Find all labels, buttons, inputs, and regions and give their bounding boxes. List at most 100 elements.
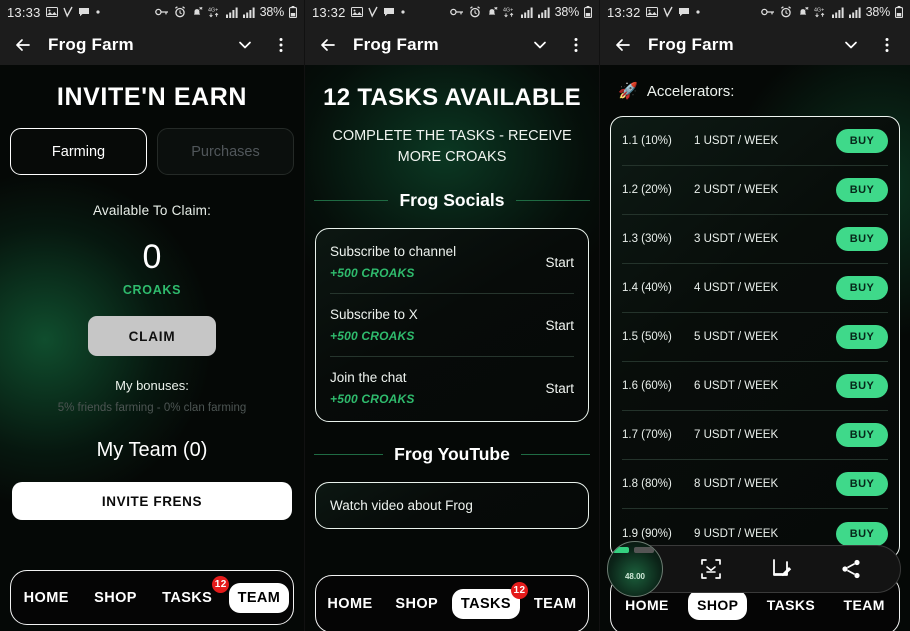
markup-edit-icon[interactable]	[768, 556, 794, 582]
segment-tabs: Farming Purchases	[0, 128, 304, 175]
rocket-icon: 🚀	[618, 83, 638, 100]
screen-shop: 13:32 4G+ 38% Frog Farm 🚀 Accelerators: …	[600, 0, 910, 631]
alarm-icon	[469, 6, 481, 18]
chat-icon	[678, 6, 690, 18]
nav-tasks[interactable]: TASKS	[758, 590, 824, 620]
status-bar-left: 13:32	[312, 5, 406, 20]
buy-button[interactable]: BUY	[836, 276, 888, 300]
screen-body-shop: 🚀 Accelerators: 1.1 (10%) 1 USDT / WEEK …	[600, 65, 910, 631]
task-row[interactable]: Watch video about Frog	[330, 485, 574, 526]
table-row: 1.8 (80%) 8 USDT / WEEK BUY	[622, 460, 888, 509]
table-row: 1.5 (50%) 5 USDT / WEEK BUY	[622, 313, 888, 362]
bottom-navigation: HOME SHOP TASKS 12 TEAM	[10, 570, 294, 625]
bell-muted-icon	[486, 6, 498, 18]
chevron-down-icon[interactable]	[840, 34, 862, 56]
divider-line	[314, 200, 389, 202]
vpn-key-icon	[154, 7, 169, 17]
tab-farming[interactable]: Farming	[10, 128, 147, 175]
alarm-icon	[174, 6, 186, 18]
chevron-down-icon[interactable]	[529, 34, 551, 56]
share-icon[interactable]	[838, 556, 864, 582]
section-title: Frog Socials	[399, 190, 505, 211]
battery-percent: 38%	[554, 5, 580, 19]
data-4g-icon: 4G+	[208, 6, 221, 18]
crop-expand-icon[interactable]	[698, 556, 724, 582]
more-vertical-icon[interactable]	[270, 34, 292, 56]
nav-home[interactable]: HOME	[15, 583, 78, 613]
arrow-back-icon[interactable]	[612, 34, 634, 56]
available-amount: 0	[142, 238, 162, 276]
page-subtitle: COMPLETE THE TASKS - RECEIVE MORE CROAKS	[332, 128, 572, 166]
table-row: 1.3 (30%) 3 USDT / WEEK BUY	[622, 215, 888, 264]
claim-button[interactable]: CLAIM	[88, 316, 216, 356]
nav-team[interactable]: TEAM	[525, 589, 586, 619]
bonuses-detail: 5% friends farming - 0% clan farming	[57, 402, 247, 414]
task-start-button[interactable]: Start	[545, 318, 574, 333]
task-name: Watch video about Frog	[330, 498, 473, 514]
table-row: 1.6 (60%) 6 USDT / WEEK BUY	[622, 362, 888, 411]
buy-button[interactable]: BUY	[836, 374, 888, 398]
accelerator-price: 5 USDT / WEEK	[694, 331, 779, 343]
nav-team[interactable]: TEAM	[835, 590, 894, 620]
nav-tasks[interactable]: TASKS 12	[153, 575, 230, 613]
bonuses-label: My bonuses:	[115, 378, 189, 393]
buy-button[interactable]: BUY	[836, 227, 888, 251]
tab-purchases[interactable]: Purchases	[157, 128, 294, 175]
signal-bars-2-icon	[242, 7, 255, 18]
app-bar: Frog Farm	[600, 24, 910, 65]
invite-frens-button[interactable]: INVITE FRENS	[12, 482, 292, 520]
status-bar-right: 4G+ 38%	[154, 5, 297, 19]
nav-shop[interactable]: SHOP	[386, 589, 447, 619]
section-header-frog-youtube: Frog YouTube	[314, 444, 590, 465]
task-row[interactable]: Subscribe to X +500 CROAKS Start	[330, 294, 574, 358]
signal-bars-2-icon	[537, 7, 550, 18]
nav-home[interactable]: HOME	[318, 589, 381, 619]
thumb-pill-green	[613, 547, 629, 553]
buy-button[interactable]: BUY	[836, 178, 888, 202]
accelerator-price: 3 USDT / WEEK	[694, 233, 779, 245]
task-card-frog-youtube: Watch video about Frog	[315, 482, 589, 530]
more-vertical-icon[interactable]	[565, 34, 587, 56]
nav-tasks[interactable]: TASKS 12	[451, 582, 528, 619]
buy-button[interactable]: BUY	[836, 472, 888, 496]
nav-shop[interactable]: SHOP	[688, 590, 748, 620]
task-start-button[interactable]: Start	[545, 381, 574, 396]
more-vertical-icon[interactable]	[876, 34, 898, 56]
arrow-back-icon[interactable]	[12, 34, 34, 56]
image-icon	[645, 6, 658, 18]
task-name: Subscribe to X	[330, 307, 418, 323]
page-title: 12 TASKS AVAILABLE	[323, 84, 581, 111]
accelerators-card: 1.1 (10%) 1 USDT / WEEK BUY 1.2 (20%) 2 …	[610, 116, 900, 559]
buy-button[interactable]: BUY	[836, 521, 888, 546]
chevron-down-icon[interactable]	[234, 34, 256, 56]
accelerator-level: 1.3 (30%)	[622, 233, 672, 245]
arrow-back-icon[interactable]	[317, 34, 339, 56]
bottom-navigation: HOME SHOP TASKS 12 TEAM	[315, 575, 589, 631]
task-row[interactable]: Subscribe to channel +500 CROAKS Start	[330, 231, 574, 295]
screen-team: 13:33 4G+ 38% Frog Farm INVITE'N EARN Fa…	[0, 0, 305, 631]
chat-icon	[383, 6, 395, 18]
buy-button[interactable]: BUY	[836, 325, 888, 349]
nav-team[interactable]: TEAM	[228, 582, 290, 613]
task-start-button[interactable]: Start	[545, 255, 574, 270]
task-row[interactable]: Join the chat +500 CROAKS Start	[330, 357, 574, 419]
accelerator-level: 1.7 (70%)	[622, 429, 672, 441]
divider-line	[515, 200, 590, 202]
accelerator-level: 1.6 (60%)	[622, 380, 672, 392]
signal-bars-2-icon	[848, 7, 861, 18]
nav-shop[interactable]: SHOP	[85, 583, 146, 613]
status-bar-right: 4G+ 38%	[449, 5, 592, 19]
screenshot-toolbar-actions	[624, 556, 886, 582]
buy-button[interactable]: BUY	[836, 423, 888, 447]
task-name: Join the chat	[330, 370, 407, 386]
screenshot-thumbnail[interactable]: 48.00	[607, 541, 663, 597]
accelerator-price: 4 USDT / WEEK	[694, 282, 779, 294]
signal-bars-icon	[831, 7, 844, 18]
accelerator-level: 1.9 (90%)	[622, 527, 672, 540]
app-title: Frog Farm	[648, 34, 734, 54]
buy-button[interactable]: BUY	[836, 129, 888, 153]
accelerator-level: 1.5 (50%)	[622, 331, 672, 343]
accelerator-price: 6 USDT / WEEK	[694, 380, 779, 392]
svg-text:4G+: 4G+	[814, 7, 824, 13]
app-title: Frog Farm	[48, 34, 134, 54]
